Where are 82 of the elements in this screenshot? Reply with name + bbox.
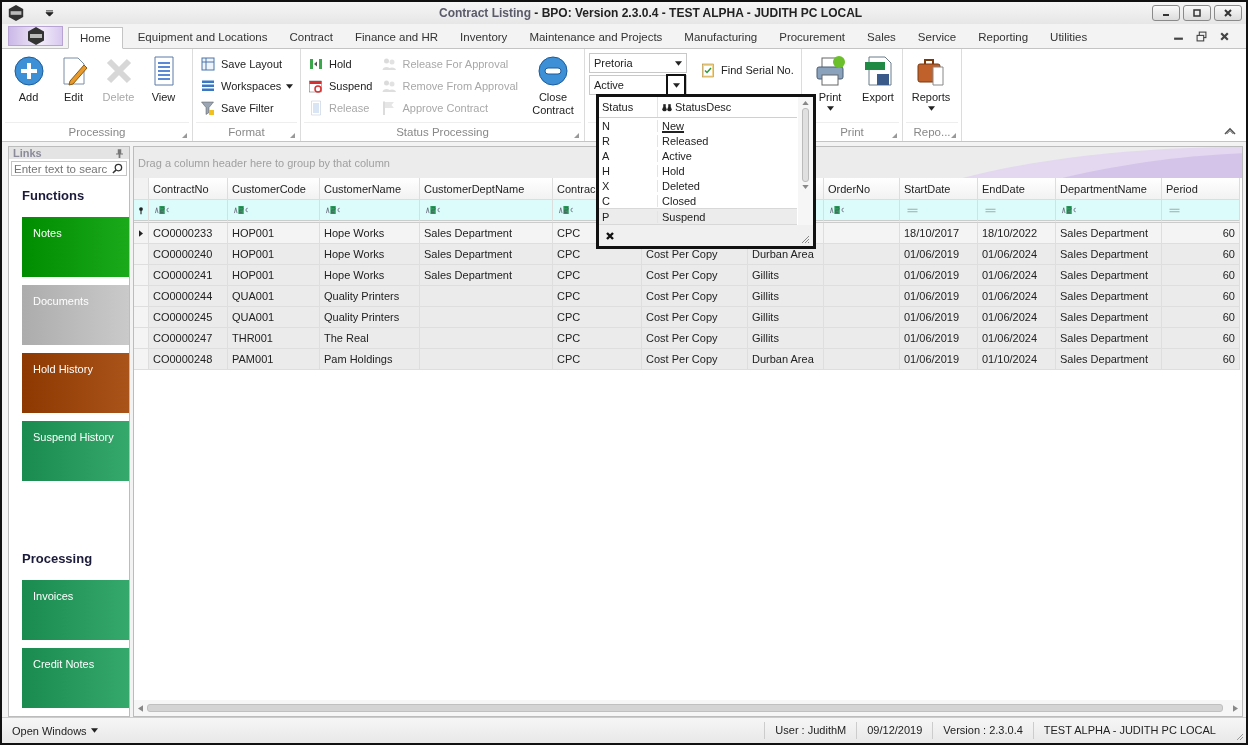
group-label: Print	[840, 126, 864, 138]
table-cell: Hope Works	[320, 223, 420, 244]
table-cell: Cost Per Copy	[642, 307, 748, 328]
table-cell: 60	[1162, 244, 1240, 265]
table-cell: CPC	[553, 307, 642, 328]
table-cell: 01/06/2024	[978, 328, 1056, 349]
table-cell: Sales Department	[1056, 307, 1162, 328]
table-cell: 60	[1162, 286, 1240, 307]
table-cell: 01/06/2024	[978, 307, 1056, 328]
table-cell: Quality Printers	[320, 307, 420, 328]
status-text: 09/12/2019	[856, 722, 933, 739]
panel-title: Links	[13, 147, 42, 160]
table-cell: 01/06/2019	[900, 286, 978, 307]
table-cell: Sales Department	[1056, 265, 1162, 286]
group-panel-hint: Drag a column header here to group by that column	[137, 156, 390, 169]
table-cell: 01/06/2024	[978, 265, 1056, 286]
table-cell: The Real	[320, 328, 420, 349]
table-cell: 01/06/2019	[900, 244, 978, 265]
table-cell: CPC	[553, 349, 642, 370]
table-cell: Gillits	[748, 328, 824, 349]
status-text: Version : 2.3.0.4	[932, 722, 1033, 739]
table-cell: Sales Department	[1056, 244, 1162, 265]
table-cell: QUA001	[228, 286, 320, 307]
table-cell: Sales Department	[1056, 223, 1162, 244]
table-cell: CPC	[553, 328, 642, 349]
table-cell: CPC	[553, 265, 642, 286]
table-cell: Gillits	[748, 307, 824, 328]
table-cell: Sales Department	[1056, 349, 1162, 370]
table-cell: 01/10/2024	[978, 349, 1056, 370]
table-cell: CO0000233	[149, 223, 228, 244]
section-heading: Processing	[22, 550, 94, 568]
table-cell: Hope Works	[320, 265, 420, 286]
status-text: TEST ALPHA - JUDITH PC LOCAL	[1032, 722, 1226, 739]
table-cell: 60	[1162, 349, 1240, 370]
table-cell: Hope Works	[320, 244, 420, 265]
table-cell: Sales Department	[420, 265, 553, 286]
group-label: Repo...	[913, 126, 951, 138]
table-cell: 60	[1162, 328, 1240, 349]
table-cell: Quality Printers	[320, 286, 420, 307]
table-cell: 18/10/2017	[900, 223, 978, 244]
table-cell: HOP001	[228, 244, 320, 265]
table-cell: Cost Per Copy	[642, 349, 748, 370]
window-title: - BPO: Version 2.3.0.4 - TEST ALPHA - JUDITH PC LOCAL	[534, 6, 863, 20]
table-cell: Pam Holdings	[320, 349, 420, 370]
table-cell: 01/06/2024	[978, 286, 1056, 307]
section-heading: Functions	[22, 187, 86, 205]
table-cell: Sales Department	[420, 244, 553, 265]
table-cell: 01/06/2019	[900, 265, 978, 286]
table-cell: 60	[1162, 307, 1240, 328]
table-cell: CO0000244	[149, 286, 228, 307]
table-cell: 01/06/2019	[900, 349, 978, 370]
table-cell: 18/10/2022	[978, 223, 1056, 244]
table-cell: Cost Per Copy	[642, 265, 748, 286]
table-cell: Sales Department	[1056, 286, 1162, 307]
table-cell: 01/06/2019	[900, 328, 978, 349]
document-title: Contract Listing	[439, 6, 531, 20]
table-cell: 01/06/2024	[978, 244, 1056, 265]
table-cell: Gillits	[748, 286, 824, 307]
table-cell: Cost Per Copy	[642, 286, 748, 307]
table-cell: Sales Department	[1056, 328, 1162, 349]
table-cell: CPC	[553, 286, 642, 307]
table-cell: CO0000241	[149, 265, 228, 286]
table-cell: CO0000245	[149, 307, 228, 328]
table-cell: PAM001	[228, 349, 320, 370]
table-cell: 60	[1162, 265, 1240, 286]
table-cell: CO0000240	[149, 244, 228, 265]
group-label: Processing	[68, 126, 126, 138]
table-cell: Sales Department	[420, 223, 553, 244]
status-text: User : JudithM	[764, 722, 857, 739]
table-cell: Durban Area	[748, 349, 824, 370]
group-label: Format	[228, 126, 265, 138]
table-cell: Cost Per Copy	[642, 328, 748, 349]
table-cell: 60	[1162, 223, 1240, 244]
table-cell: Gillits	[748, 265, 824, 286]
table-cell: 01/06/2019	[900, 307, 978, 328]
table-cell: HOP001	[228, 223, 320, 244]
table-cell: QUA001	[228, 307, 320, 328]
table-cell: CO0000247	[149, 328, 228, 349]
table-cell: THR001	[228, 328, 320, 349]
table-cell: CO0000248	[149, 349, 228, 370]
group-label: Status Processing	[396, 126, 489, 138]
table-cell: HOP001	[228, 265, 320, 286]
